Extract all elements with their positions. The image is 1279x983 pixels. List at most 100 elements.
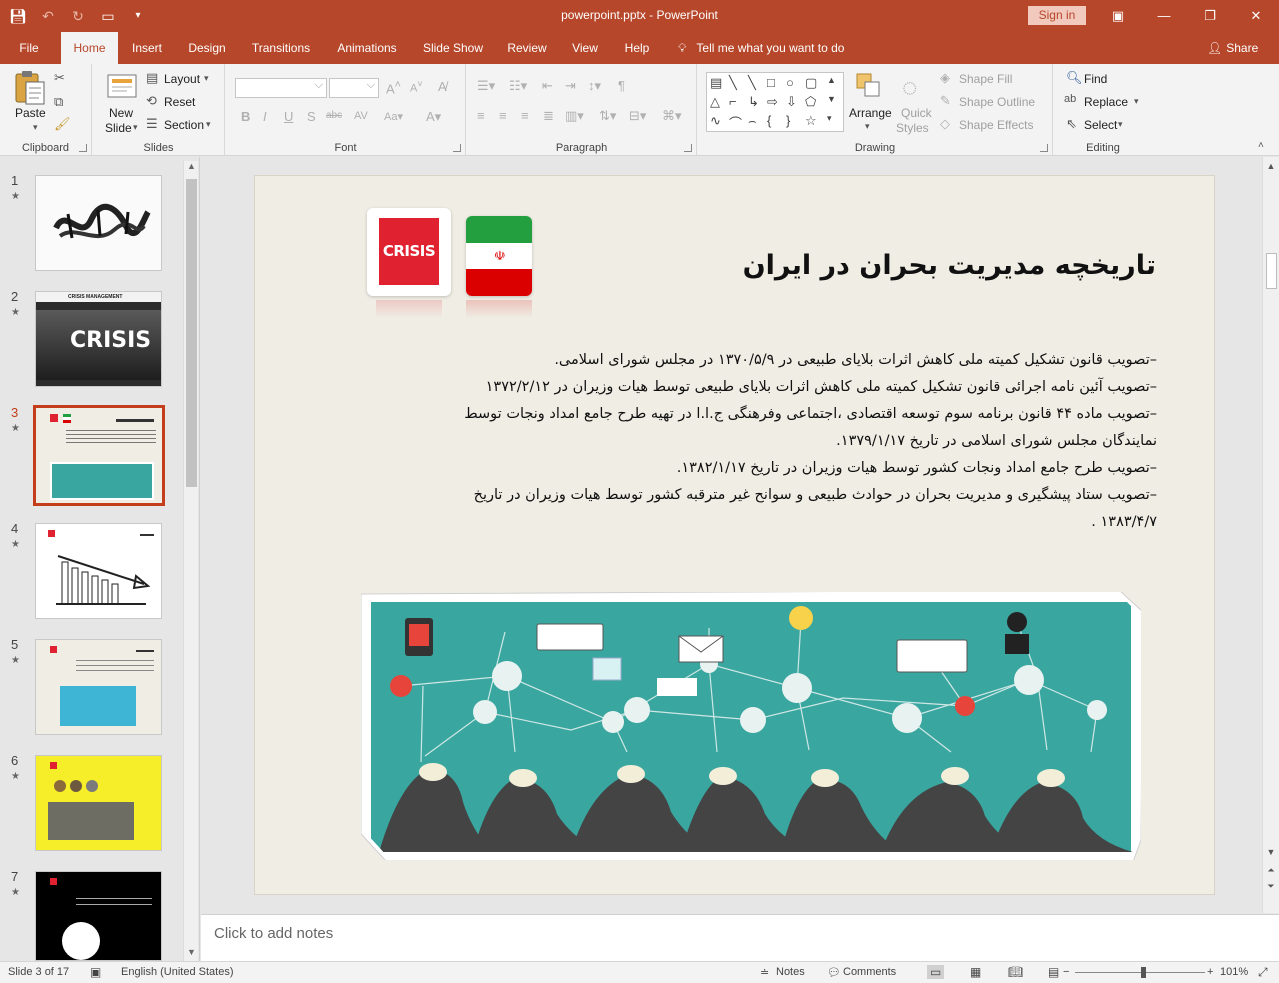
shape-outline-button[interactable]: Shape Outline: [959, 95, 1035, 109]
smartart-icon[interactable]: ⌘▾: [662, 108, 682, 124]
format-painter-icon[interactable]: 🖌︎: [54, 116, 71, 132]
triangle-shape-icon[interactable]: △: [710, 94, 720, 110]
align-left-icon[interactable]: ≡: [477, 108, 485, 123]
comments-button[interactable]: Comments: [843, 966, 896, 978]
slide-title[interactable]: تاریخچه مدیریت بحران در ایران: [743, 250, 1157, 281]
font-launcher-icon[interactable]: [453, 144, 461, 152]
tab-insert[interactable]: Insert: [124, 32, 170, 64]
tab-animations[interactable]: Animations: [328, 32, 406, 64]
pentagon-shape-icon[interactable]: ⬠: [805, 94, 816, 110]
bold-icon[interactable]: B: [241, 109, 250, 124]
quick-styles-icon[interactable]: ◌: [902, 72, 917, 103]
close-icon[interactable]: ✕: [1233, 0, 1279, 32]
arc-shape-icon[interactable]: ⌒: [729, 113, 742, 132]
new-slide-label-2[interactable]: Slide: [105, 121, 132, 135]
comments-icon[interactable]: 💬︎: [827, 966, 841, 979]
thumbnails-scrollbar[interactable]: ▲ ▼: [183, 161, 198, 961]
zoom-level[interactable]: 101%: [1220, 966, 1248, 978]
fit-to-window-icon[interactable]: ⤢: [1258, 965, 1268, 980]
replace-button[interactable]: Replace: [1084, 95, 1128, 109]
down-arrow-shape-icon[interactable]: ⇩: [786, 94, 797, 110]
shape-outline-icon[interactable]: ✎: [940, 93, 951, 109]
replace-icon[interactable]: ab: [1064, 93, 1076, 105]
slide-editing-area[interactable]: CRISIS ☫ تاریخچه مدیریت بحران در ایران –…: [201, 157, 1262, 913]
next-slide-icon[interactable]: ⏷: [1263, 881, 1279, 892]
section-button[interactable]: Section: [164, 118, 204, 132]
new-slide-icon[interactable]: [105, 70, 139, 102]
previous-slide-icon[interactable]: ⏶: [1263, 865, 1279, 876]
find-button[interactable]: Find: [1084, 72, 1107, 86]
arrange-button[interactable]: Arrange: [849, 106, 892, 120]
align-right-icon[interactable]: ≡: [521, 108, 529, 123]
clipboard-launcher-icon[interactable]: [79, 144, 87, 152]
quick-styles-label-1[interactable]: Quick: [901, 106, 932, 120]
slide-thumbnails-pane[interactable]: 1 ★ 2 ★ CRISIS MANAGEMENT CRISIS 3 ★ 4 ★: [0, 157, 200, 961]
increase-indent-icon[interactable]: ⇥: [565, 78, 576, 94]
slide-thumbnail-7[interactable]: [35, 871, 162, 961]
connector-arrow-shape-icon[interactable]: ↳: [748, 94, 759, 110]
columns-icon[interactable]: ▥▾: [565, 108, 584, 124]
layout-button[interactable]: Layout: [164, 72, 200, 86]
reset-button[interactable]: Reset: [164, 95, 195, 109]
slide-thumbnail-2[interactable]: CRISIS MANAGEMENT CRISIS: [35, 291, 162, 387]
slide-show-icon[interactable]: ▤: [1048, 965, 1059, 979]
slide-sorter-icon[interactable]: ▦: [970, 965, 981, 979]
curve-shape-icon[interactable]: ∿: [710, 113, 721, 129]
rectangle-shape-icon[interactable]: □: [767, 75, 775, 90]
paste-icon[interactable]: [12, 70, 46, 106]
layout-dropdown-icon[interactable]: ▾: [204, 73, 209, 84]
spelling-check-icon[interactable]: ▣: [90, 965, 101, 979]
slide-body-text[interactable]: –تصویب قانون تشکیل کمیته ملی کاهش اثرات …: [367, 347, 1157, 536]
select-dropdown-icon[interactable]: ▾: [1118, 119, 1123, 130]
tab-slide-show[interactable]: Slide Show: [416, 32, 490, 64]
restore-icon[interactable]: ❐: [1187, 0, 1233, 32]
tab-transitions[interactable]: Transitions: [244, 32, 318, 64]
shape-fill-button[interactable]: Shape Fill: [959, 72, 1012, 86]
shape-effects-icon[interactable]: ◇: [940, 116, 950, 132]
slide-thumbnail-1[interactable]: [35, 175, 162, 271]
textbox-shape-icon[interactable]: ▤: [710, 75, 722, 91]
text-direction-icon[interactable]: ⇅▾: [599, 108, 616, 124]
current-slide[interactable]: CRISIS ☫ تاریخچه مدیریت بحران در ایران –…: [254, 175, 1215, 895]
scroll-up-icon[interactable]: ▲: [1263, 161, 1279, 171]
ribbon-display-options-icon[interactable]: ▣: [1095, 0, 1141, 32]
quick-styles-label-2[interactable]: Styles: [896, 121, 929, 135]
language-indicator[interactable]: English (United States): [121, 966, 234, 978]
new-slide-dropdown-icon[interactable]: ▾: [133, 122, 138, 133]
shapes-gallery[interactable]: ▤ ╲ ╲ □ ○ ▢ △ ⌐ ↳ ⇨ ⇩ ⬠ ∿ ⌒ ⌢ { } ☆ ▲ ▼ …: [706, 72, 844, 132]
gallery-up-icon[interactable]: ▲: [827, 75, 836, 85]
collapse-ribbon-icon[interactable]: ˄: [1258, 140, 1264, 151]
slide-thumbnail-4[interactable]: [35, 523, 162, 619]
right-brace-shape-icon[interactable]: }: [786, 113, 790, 128]
section-dropdown-icon[interactable]: ▾: [206, 119, 211, 130]
bullets-icon[interactable]: ☰▾: [477, 78, 495, 94]
gallery-more-icon[interactable]: ▾: [827, 113, 832, 124]
cut-icon[interactable]: ✂: [54, 70, 65, 86]
find-icon[interactable]: 🔍︎: [1066, 70, 1083, 86]
align-text-icon[interactable]: ⊟▾: [629, 108, 646, 124]
tab-help[interactable]: Help: [616, 32, 658, 64]
shape-effects-button[interactable]: Shape Effects: [959, 118, 1034, 132]
iran-flag-image[interactable]: ☫: [466, 216, 532, 296]
share-button[interactable]: 👤︎ Share: [1207, 32, 1258, 64]
arrange-dropdown-icon[interactable]: ▾: [865, 121, 870, 132]
italic-icon[interactable]: I: [263, 109, 267, 124]
numbering-icon[interactable]: ☷▾: [509, 78, 527, 94]
paste-dropdown-icon[interactable]: ▾: [33, 122, 38, 133]
crisis-logo[interactable]: CRISIS: [367, 208, 451, 296]
zoom-out-icon[interactable]: −: [1063, 966, 1069, 978]
sign-in-button[interactable]: Sign in: [1028, 6, 1086, 25]
zoom-slider-thumb[interactable]: [1141, 967, 1146, 978]
tab-home[interactable]: Home: [61, 32, 118, 64]
slide-thumbnail-3[interactable]: [33, 405, 165, 506]
paragraph-launcher-icon[interactable]: [684, 144, 692, 152]
right-arrow-shape-icon[interactable]: ⇨: [767, 94, 778, 110]
rounded-rect-shape-icon[interactable]: ▢: [805, 75, 817, 91]
tell-me-search[interactable]: 💡︎ Tell me what you want to do: [678, 32, 844, 64]
reading-view-icon[interactable]: 📖︎: [1008, 965, 1023, 979]
strikethrough-icon[interactable]: abc: [326, 110, 342, 121]
drawing-launcher-icon[interactable]: [1040, 144, 1048, 152]
slide-thumbnail-6[interactable]: [35, 755, 162, 851]
select-button[interactable]: Select: [1084, 118, 1117, 132]
normal-view-icon[interactable]: ▭: [927, 965, 945, 979]
